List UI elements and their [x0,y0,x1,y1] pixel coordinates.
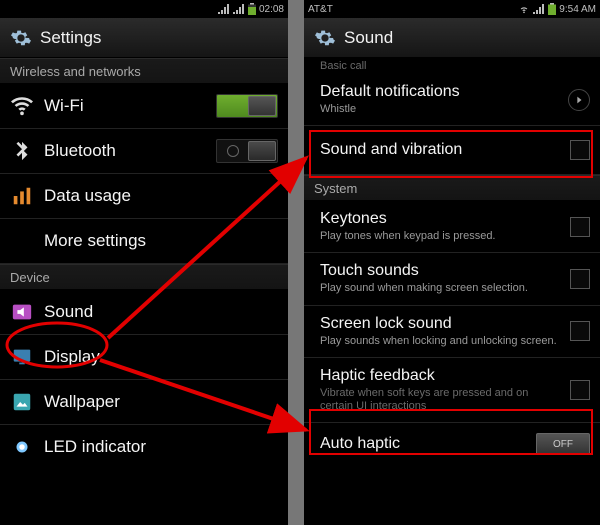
display-icon [10,345,34,369]
row-sub: Whistle [320,103,558,116]
gear-icon [314,27,336,49]
sound-icon [10,300,34,324]
checkbox[interactable] [570,269,590,289]
row-screen-lock[interactable]: Screen lock sound Play sounds when locki… [304,306,600,358]
row-bluetooth[interactable]: Bluetooth [0,129,288,174]
blank-icon [10,229,34,253]
bluetooth-toggle[interactable] [216,139,278,163]
row-sub: Play tones when keypad is pressed. [320,230,560,243]
led-icon [10,435,34,459]
screen-header: Sound [304,18,600,58]
section-wireless: Wireless and networks [0,58,288,84]
battery-icon [248,3,256,15]
row-more-settings[interactable]: More settings [0,219,288,264]
row-sub: Play sounds when locking and unlocking s… [320,335,560,348]
wifi-icon [10,94,34,118]
row-label: Wi-Fi [44,96,206,116]
screen-header: Settings [0,18,288,58]
status-bar: AT&T 9:54 AM [304,0,600,18]
wifi-toggle[interactable] [216,94,278,118]
signal-icon [218,4,230,14]
checkbox[interactable] [570,217,590,237]
row-label: Keytones [320,210,560,228]
row-wifi[interactable]: Wi-Fi [0,84,288,129]
bluetooth-icon [10,139,34,163]
row-label: Sound [44,302,278,322]
row-led[interactable]: LED indicator [0,425,288,469]
row-label: Bluetooth [44,141,206,161]
row-label: Touch sounds [320,262,560,280]
checkbox[interactable] [570,321,590,341]
wifi-icon [518,4,530,14]
checkbox[interactable] [570,380,590,400]
page-title: Sound [344,28,393,48]
row-sub: Play sound when making screen selection. [320,282,560,295]
page-title: Settings [40,28,101,48]
section-system: System [304,175,600,201]
row-label: Data usage [44,186,278,206]
signal-icon [233,4,245,14]
row-label: Wallpaper [44,392,278,412]
data-usage-icon [10,184,34,208]
row-data-usage[interactable]: Data usage [0,174,288,219]
row-label: Display [44,347,278,367]
row-label: Screen lock sound [320,315,560,333]
signal-icon [533,4,545,14]
section-device: Device [0,264,288,290]
row-label: LED indicator [44,437,278,457]
row-keytones[interactable]: Keytones Play tones when keypad is press… [304,201,600,253]
status-time: 02:08 [259,4,284,15]
row-default-notifications[interactable]: Default notifications Whistle [304,74,600,126]
row-sound[interactable]: Sound [0,290,288,335]
battery-icon [548,3,556,15]
wallpaper-icon [10,390,34,414]
row-label: Haptic feedback [320,367,560,385]
row-touch-sounds[interactable]: Touch sounds Play sound when making scre… [304,253,600,305]
row-wallpaper[interactable]: Wallpaper [0,380,288,425]
highlight-haptic [309,409,593,455]
status-bar: 02:08 [0,0,288,18]
phone-settings: 02:08 Settings Wireless and networks Wi-… [0,0,288,525]
truncated-section: Basic call [304,58,600,74]
gear-icon [10,27,32,49]
chevron-right-icon [568,89,590,111]
highlight-sound-vibration [309,130,593,178]
status-time: 9:54 AM [559,4,596,15]
carrier-label: AT&T [308,4,333,15]
row-label: More settings [44,231,278,251]
row-display[interactable]: Display [0,335,288,380]
row-label: Default notifications [320,83,558,101]
